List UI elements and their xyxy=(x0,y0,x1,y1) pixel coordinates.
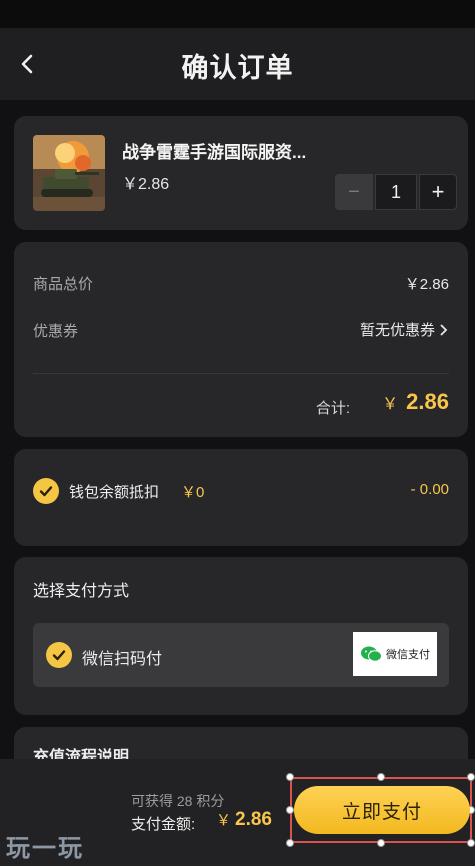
payment-method-card: 选择支付方式 微信扫码付 微信支付 xyxy=(14,557,468,715)
resize-handle xyxy=(377,839,385,847)
payment-amount-value: ￥ 2.86 xyxy=(216,809,272,831)
wechat-pay-option[interactable]: 微信扫码付 微信支付 xyxy=(33,623,449,687)
quantity-field[interactable]: 1 xyxy=(375,174,417,210)
resize-handle xyxy=(467,773,475,781)
resize-handle xyxy=(286,773,294,781)
wechat-pay-badge: 微信支付 xyxy=(353,632,437,676)
resize-handle xyxy=(286,839,294,847)
increase-button[interactable]: + xyxy=(419,174,457,210)
resize-handle xyxy=(377,773,385,781)
total-currency: ￥ xyxy=(382,396,399,413)
resize-handle xyxy=(286,806,294,814)
check-icon xyxy=(52,650,66,661)
product-card: 战争雷霆手游国际服资... ￥2.86 − 1 + xyxy=(14,116,468,230)
status-bar xyxy=(0,0,475,28)
coupon-selector[interactable]: 暂无优惠券 xyxy=(360,319,449,340)
payment-currency: ￥ xyxy=(216,812,232,829)
payment-radio[interactable] xyxy=(46,642,72,668)
payment-section-title: 选择支付方式 xyxy=(33,583,130,600)
total-value: ￥ 2.86 xyxy=(382,389,449,415)
page-title: 确认订单 xyxy=(181,53,294,83)
decrease-button[interactable]: − xyxy=(335,174,373,210)
payment-amount: 2.86 xyxy=(235,809,272,830)
total-label: 合计: xyxy=(315,400,350,417)
wallet-label: 钱包余额抵扣 xyxy=(69,484,160,501)
payment-option-label: 微信扫码付 xyxy=(82,651,163,668)
pay-now-button[interactable]: 立即支付 xyxy=(294,786,470,834)
header: 确认订单 xyxy=(0,28,475,100)
wallet-balance: ￥0 xyxy=(181,484,205,501)
product-name: 战争雷霆手游国际服资... xyxy=(122,143,307,162)
subtotal-value: ￥2.86 xyxy=(404,276,449,293)
resize-handle xyxy=(467,839,475,847)
wallet-deduction: - 0.00 xyxy=(410,481,449,498)
check-icon xyxy=(39,486,53,497)
subtotal-label: 商品总价 xyxy=(33,276,94,293)
wallet-card: 钱包余额抵扣 ￥0 - 0.00 xyxy=(14,449,468,546)
coupon-label: 优惠券 xyxy=(33,323,79,340)
total-amount: 2.86 xyxy=(406,389,449,414)
price-summary-card: 商品总价 ￥2.86 优惠券 暂无优惠券 合计: ￥ 2.86 xyxy=(14,242,468,437)
wechat-pay-badge-text: 微信支付 xyxy=(386,648,430,661)
payment-amount-label: 支付金额: xyxy=(131,816,196,833)
product-price: ￥2.86 xyxy=(122,176,170,193)
product-thumbnail xyxy=(33,135,105,211)
divider xyxy=(33,373,449,374)
points-earned: 可获得 28 积分 xyxy=(131,793,225,809)
wallet-checkbox[interactable] xyxy=(33,478,59,504)
quantity-stepper: − 1 + xyxy=(335,174,457,210)
wechat-icon xyxy=(361,646,382,662)
coupon-value: 暂无优惠券 xyxy=(359,322,435,339)
watermark-logo: 玩一玩 xyxy=(6,834,84,862)
chevron-right-icon xyxy=(440,323,448,336)
